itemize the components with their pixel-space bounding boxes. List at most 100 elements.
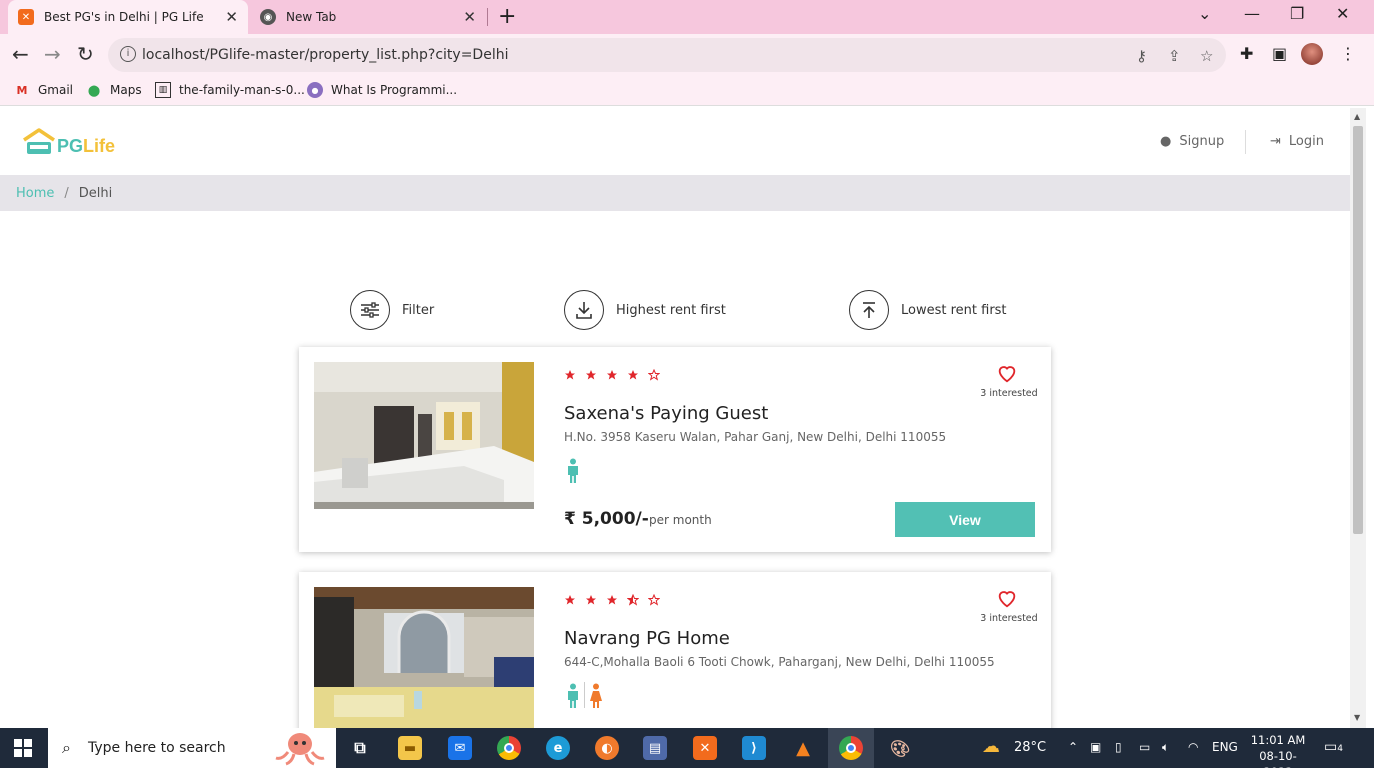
- file-explorer-icon[interactable]: ▬: [398, 736, 422, 760]
- tab-new-tab[interactable]: ◉ New Tab ✕: [250, 0, 486, 34]
- vlc-icon[interactable]: ▲: [791, 736, 815, 760]
- chrome-active-icon[interactable]: [839, 736, 863, 760]
- filter-button[interactable]: Filter: [350, 290, 434, 330]
- site-info-icon[interactable]: i: [120, 46, 136, 62]
- view-button[interactable]: View: [895, 502, 1035, 537]
- breadcrumb: Home / Delhi: [0, 175, 1350, 211]
- language-indicator[interactable]: ENG: [1212, 740, 1238, 754]
- property-name[interactable]: Navrang PG Home: [564, 628, 730, 649]
- bookmark-label: What Is Programmi...: [331, 83, 458, 97]
- bookmark-gmail[interactable]: M Gmail: [14, 82, 74, 98]
- page-icon: ▥: [155, 82, 171, 98]
- tray-app-icon[interactable]: ▣: [1090, 740, 1101, 754]
- header-divider: [1245, 130, 1246, 154]
- task-view-icon[interactable]: ⧉: [348, 736, 372, 760]
- lowest-rent-button[interactable]: Lowest rent first: [849, 290, 1007, 330]
- bookmark-star-icon[interactable]: ☆: [1200, 47, 1213, 65]
- scroll-up-arrow-icon[interactable]: ▲: [1354, 112, 1360, 121]
- wifi-icon[interactable]: ◠: [1188, 740, 1198, 754]
- volume-icon[interactable]: 🔈︎: [1162, 740, 1169, 755]
- reload-icon[interactable]: ↻: [77, 42, 94, 66]
- property-photo[interactable]: [314, 362, 534, 509]
- minimize-icon[interactable]: —: [1244, 4, 1260, 23]
- star-full-icon: [586, 370, 596, 380]
- browser-tab-bar: ✕ Best PG's in Delhi | PG Life ✕ ◉ New T…: [0, 0, 1374, 34]
- bookmark-label: Gmail: [38, 83, 74, 97]
- logo-text[interactable]: PGLife: [57, 136, 115, 157]
- window-close-icon[interactable]: ✕: [1336, 4, 1349, 23]
- property-address: 644-C,Mohalla Baoli 6 Tooti Chowk, Pahar…: [564, 655, 995, 669]
- tab-active[interactable]: ✕ Best PG's in Delhi | PG Life ✕: [8, 0, 248, 34]
- side-panel-icon[interactable]: ▣: [1272, 44, 1287, 63]
- login-link[interactable]: ⇥ Login: [1270, 134, 1324, 149]
- xampp-icon[interactable]: ✕: [693, 736, 717, 760]
- extensions-puzzle-icon[interactable]: ✚: [1240, 44, 1253, 63]
- chrome-favicon-icon: ◉: [260, 9, 276, 25]
- battery-icon[interactable]: ▭: [1139, 740, 1150, 754]
- star-full-icon: [607, 370, 617, 380]
- interested-count: 3 interested: [980, 388, 1038, 399]
- tray-meet-icon[interactable]: ▯: [1115, 740, 1122, 754]
- tab-close-icon[interactable]: ✕: [225, 8, 238, 26]
- tab-title: Best PG's in Delhi | PG Life: [44, 10, 204, 24]
- price-period: per month: [649, 513, 712, 527]
- address-bar[interactable]: i localhost/PGlife-master/property_list.…: [108, 38, 1226, 72]
- scrollbar-thumb[interactable]: [1353, 126, 1363, 534]
- system-clock[interactable]: 11:01 AM 08-10-2023: [1246, 732, 1310, 768]
- forward-arrow-icon[interactable]: →: [44, 42, 61, 66]
- notification-count: 4: [1337, 744, 1343, 754]
- rating-stars: [564, 369, 660, 381]
- tab-search-chevron-icon[interactable]: ⌄: [1198, 4, 1211, 23]
- search-icon: ⌕: [62, 738, 71, 757]
- new-tab-plus-icon[interactable]: +: [498, 4, 516, 29]
- vscode-icon[interactable]: ⟩: [742, 736, 766, 760]
- computer-app-icon[interactable]: ▤: [643, 736, 667, 760]
- avatar-icon: ●: [307, 82, 323, 98]
- back-arrow-icon[interactable]: ←: [12, 42, 29, 66]
- gmail-icon: M: [16, 83, 28, 97]
- page-scrollbar[interactable]: ▲ ▼: [1350, 108, 1366, 728]
- login-label: Login: [1288, 134, 1324, 149]
- notifications-icon[interactable]: ▭4: [1324, 739, 1343, 755]
- highest-rent-button[interactable]: Highest rent first: [564, 290, 726, 330]
- weather-temp[interactable]: 28°C: [1014, 740, 1046, 755]
- download-arrow-icon: [564, 290, 604, 330]
- star-empty-icon: [648, 594, 660, 606]
- heart-icon[interactable]: [996, 362, 1018, 384]
- star-full-icon: [565, 370, 575, 380]
- highest-rent-label: Highest rent first: [616, 302, 726, 318]
- windows-start-icon[interactable]: [14, 739, 32, 757]
- bookmark-programming[interactable]: ● What Is Programmi...: [307, 82, 457, 98]
- firefox-icon[interactable]: ◐: [595, 736, 619, 760]
- upload-arrow-icon: [849, 290, 889, 330]
- chrome-menu-icon[interactable]: ⋮: [1340, 44, 1356, 63]
- edge-icon[interactable]: e: [546, 736, 570, 760]
- heart-icon[interactable]: [996, 587, 1018, 609]
- tab-close-icon[interactable]: ✕: [463, 8, 476, 26]
- weather-icon[interactable]: ☁: [982, 736, 1000, 757]
- mail-icon[interactable]: ✉: [448, 736, 472, 760]
- share-icon[interactable]: ⇪: [1168, 47, 1181, 65]
- password-key-icon[interactable]: ⚷: [1136, 47, 1147, 65]
- property-name[interactable]: Saxena's Paying Guest: [564, 403, 768, 424]
- star-full-icon: [628, 370, 638, 380]
- star-full-icon: [586, 595, 596, 605]
- restore-icon[interactable]: ❐: [1290, 4, 1304, 23]
- bookmark-maps[interactable]: ⬤ Maps: [86, 82, 142, 98]
- star-full-icon: [565, 595, 575, 605]
- bookmark-family-man[interactable]: ▥ the-family-man-s-0...: [155, 82, 305, 98]
- breadcrumb-home[interactable]: Home: [16, 186, 54, 201]
- profile-avatar[interactable]: [1301, 43, 1323, 65]
- octopus-search-highlight-icon: [275, 733, 325, 766]
- scroll-down-arrow-icon[interactable]: ▼: [1354, 713, 1360, 722]
- filter-bar: Filter Highest rent first Lowest rent fi…: [0, 290, 1350, 330]
- paint-icon[interactable]: 🎨︎: [888, 736, 912, 760]
- gender-icons: [564, 682, 605, 710]
- tray-chevron-icon[interactable]: ⌃: [1068, 740, 1078, 754]
- maps-icon: ⬤: [87, 83, 101, 97]
- tab-separator: [487, 8, 488, 26]
- signup-link[interactable]: ● Signup: [1160, 134, 1224, 149]
- chrome-icon[interactable]: [497, 736, 521, 760]
- property-photo[interactable]: [314, 587, 534, 728]
- property-address: H.No. 3958 Kaseru Walan, Pahar Ganj, New…: [564, 430, 947, 444]
